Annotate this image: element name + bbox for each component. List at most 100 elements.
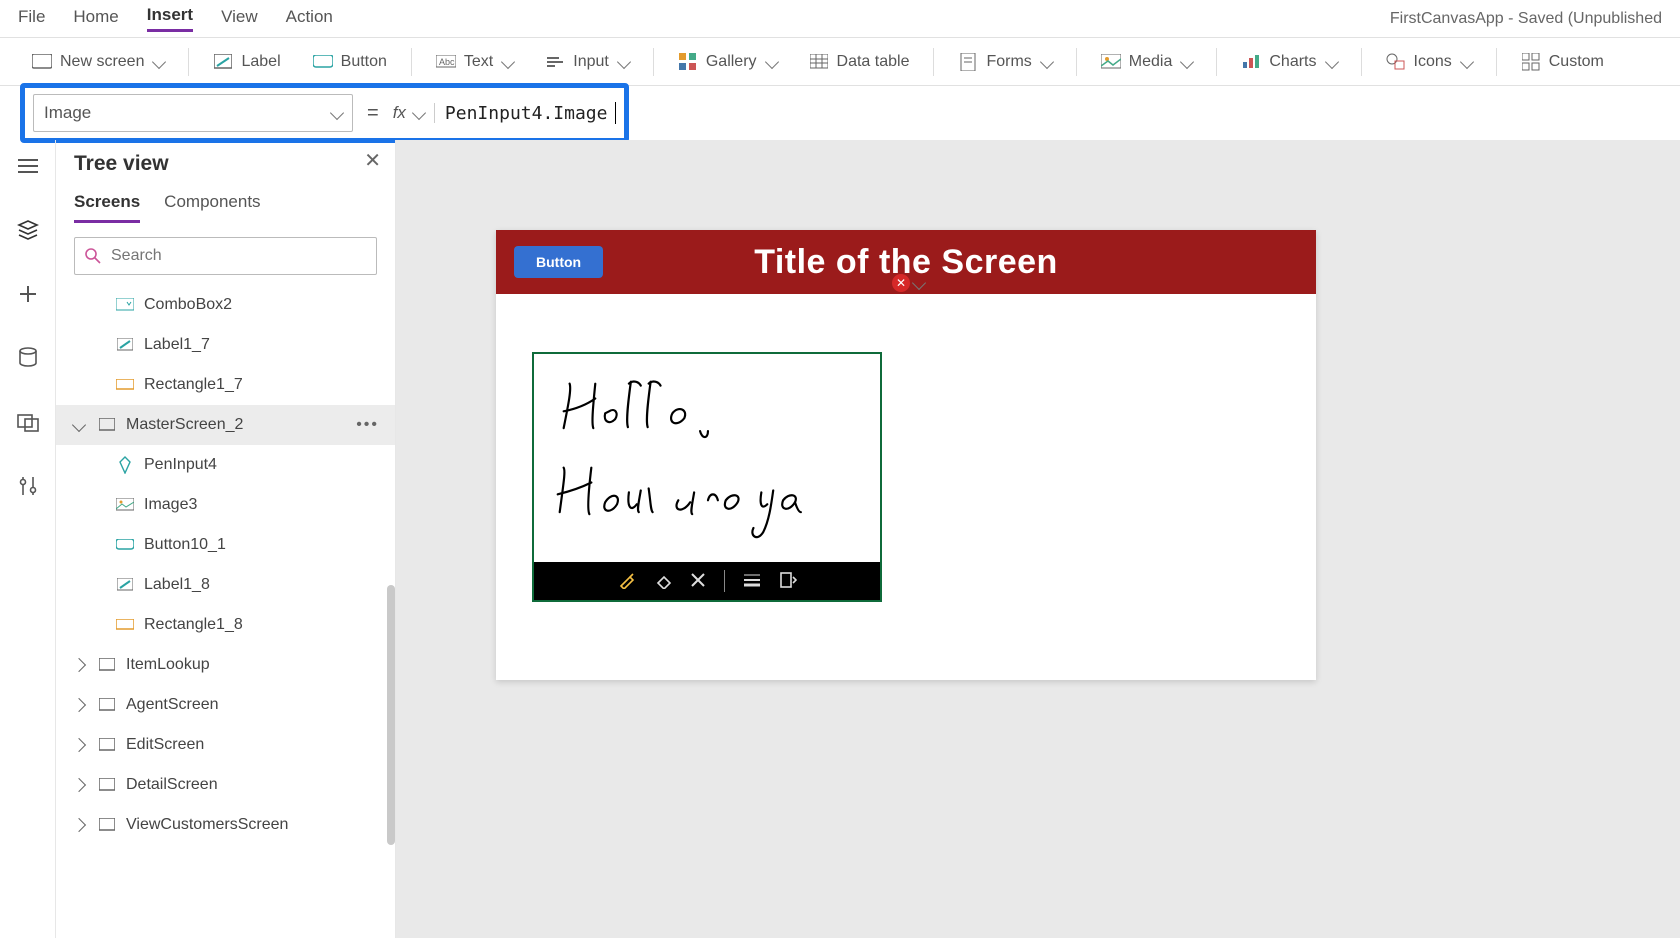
node-more-menu[interactable]: ••• [356,416,379,434]
node-detailscreen[interactable]: DetailScreen [56,765,395,805]
tree-search-input[interactable] [111,247,366,265]
node-editscreen[interactable]: EditScreen [56,725,395,765]
main-area: Tree view ✕ Screens Components ComboBox2… [0,140,1680,938]
menu-action[interactable]: Action [286,7,333,31]
screen-icon [98,696,116,714]
node-combobox2[interactable]: ComboBox2 [56,285,395,325]
pen-clear-tool[interactable] [690,572,706,591]
pen-toolbar [534,562,880,600]
custom-icon [1521,52,1541,72]
table-icon [809,52,829,72]
node-label1-7[interactable]: Label1_7 [56,325,395,365]
rail-insert-icon[interactable] [14,280,42,308]
chevron-down-icon [501,54,515,68]
node-rectangle1-7[interactable]: Rectangle1_7 [56,365,395,405]
shapes-icon [1386,52,1406,72]
tab-components[interactable]: Components [164,192,260,223]
node-agentscreen[interactable]: AgentScreen [56,685,395,725]
menu-insert[interactable]: Insert [147,5,193,32]
node-masterscreen-2[interactable]: MasterScreen_2 ••• [56,405,395,445]
ribbon-input[interactable]: Input [533,52,641,72]
ribbon-new-screen[interactable]: New screen [20,52,176,72]
label-icon [116,576,134,594]
node-itemlookup[interactable]: ItemLookup [56,645,395,685]
tree-title: Tree view [56,152,395,176]
app-canvas[interactable]: Button Title of the Screen ✕ [496,230,1316,680]
handwriting-drawing [534,354,880,564]
text-icon: Abc [436,52,456,72]
canvas-combo-error[interactable]: ✕ [892,274,924,292]
pen-draw-tool[interactable] [618,571,636,592]
chevron-down-icon [1460,54,1474,68]
button-icon [116,536,134,554]
chevron-down-icon [1324,54,1338,68]
ribbon-media[interactable]: Media [1089,52,1205,72]
pen-thickness-tool[interactable] [743,573,761,590]
node-button10-1[interactable]: Button10_1 [56,525,395,565]
pen-edit-tool[interactable] [779,571,797,592]
rail-media-icon[interactable] [14,408,42,436]
image-icon [116,496,134,514]
combobox-icon [116,296,134,314]
chart-icon [1241,52,1261,72]
menu-file[interactable]: File [18,7,45,31]
canvas-area[interactable]: Button Title of the Screen ✕ [396,140,1680,938]
ribbon-charts[interactable]: Charts [1229,52,1348,72]
rail-advanced-icon[interactable] [14,472,42,500]
screen-icon [98,736,116,754]
chevron-down-icon [412,106,426,120]
media-icon [1101,52,1121,72]
ribbon-datatable[interactable]: Data table [797,52,922,72]
tree-close-button[interactable]: ✕ [364,148,381,173]
chevron-down-icon [152,54,166,68]
top-menu-bar: File Home Insert View Action FirstCanvas… [0,0,1680,38]
formula-input[interactable]: PenInput4.Image [445,103,615,124]
screen-icon [98,656,116,674]
canvas-header-button[interactable]: Button [514,246,603,278]
label-icon [116,336,134,354]
chevron-right-icon [72,658,86,672]
pen-input-control[interactable] [532,352,882,602]
rail-data-icon[interactable] [14,344,42,372]
chevron-right-icon [72,818,86,832]
ribbon-custom[interactable]: Custom [1509,52,1616,72]
chevron-down-icon [1180,54,1194,68]
menu-home[interactable]: Home [73,7,118,31]
node-rectangle1-8[interactable]: Rectangle1_8 [56,605,395,645]
rail-tree-icon[interactable] [14,216,42,244]
rail-hamburger[interactable] [14,152,42,180]
tree-list: ComboBox2 Label1_7 Rectangle1_7 MasterSc… [56,285,395,921]
ribbon-text[interactable]: Abc Text [424,52,525,72]
node-image3[interactable]: Image3 [56,485,395,525]
ribbon-forms[interactable]: Forms [946,52,1063,72]
tree-view-pane: Tree view ✕ Screens Components ComboBox2… [56,140,396,938]
tree-scrollbar[interactable] [387,585,395,845]
ribbon-button[interactable]: Button [301,52,399,72]
pen-erase-tool[interactable] [654,571,672,592]
node-peninput4[interactable]: PenInput4 [56,445,395,485]
chevron-down-icon [617,54,631,68]
chevron-down-icon [72,418,86,432]
chevron-right-icon [72,738,86,752]
toolbar-separator [724,570,725,592]
tree-search[interactable] [74,237,377,275]
rectangle-icon [116,616,134,634]
formula-bar-row: Image = fx PenInput4.Image ➤ [0,86,1680,140]
ribbon-label[interactable]: Label [201,52,292,72]
node-label1-8[interactable]: Label1_8 [56,565,395,605]
error-icon: ✕ [892,274,910,292]
gallery-icon [678,52,698,72]
node-viewcustomersscreen[interactable]: ViewCustomersScreen [56,805,395,845]
fx-button[interactable]: fx [393,103,435,123]
canvas-header: Button Title of the Screen ✕ [496,230,1316,294]
chevron-down-icon [1040,54,1054,68]
tree-tabs: Screens Components [56,176,395,223]
forms-icon [958,52,978,72]
menu-view[interactable]: View [221,7,258,31]
text-caret [615,102,616,124]
ribbon-gallery[interactable]: Gallery [666,52,789,72]
tab-screens[interactable]: Screens [74,192,140,223]
ribbon-icons[interactable]: Icons [1374,52,1484,72]
button-icon [313,52,333,72]
property-selector[interactable]: Image [33,94,353,132]
